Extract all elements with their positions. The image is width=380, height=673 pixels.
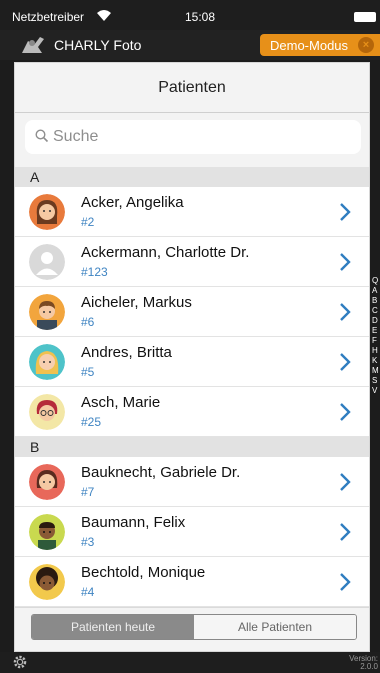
search-input[interactable] [53,120,353,154]
status-bar: Netzbetreiber 15:08 [0,0,380,30]
panel-title: Patienten [15,63,369,113]
index-letter[interactable]: S [372,376,380,386]
chevron-right-icon [340,303,351,321]
patients-panel: Patienten A Acker, Angelika #2 [14,62,370,652]
app-title: CHARLY Foto [54,37,142,53]
patient-id: #7 [81,485,95,499]
patient-name: Acker, Angelika [81,194,184,211]
segmented-control: Patienten heute Alle Patienten [31,614,357,640]
patient-id: #123 [81,265,108,279]
list-item[interactable]: Ackermann, Charlotte Dr. #123 [15,237,369,287]
index-letter[interactable]: Q [372,276,380,286]
patient-name: Ackermann, Charlotte Dr. [81,244,250,261]
index-letter[interactable]: V [372,386,380,396]
segmented-control-bar: Patienten heute Alle Patienten [15,607,369,651]
list-item[interactable]: Bauknecht, Gabriele Dr. #7 [15,457,369,507]
patient-name: Bechtold, Monique [81,564,206,581]
patient-name: Asch, Marie [81,394,161,411]
close-icon[interactable]: × [358,37,374,53]
avatar [29,244,65,280]
tab-patients-today[interactable]: Patienten heute [32,615,194,639]
chevron-right-icon [340,403,351,421]
patient-id: #25 [81,415,102,429]
app-screen: Netzbetreiber 15:08 CHARLY Foto Demo-Mod… [0,0,380,673]
tab-all-patients[interactable]: Alle Patienten [194,615,356,639]
patient-id: #4 [81,585,95,599]
avatar [29,194,65,230]
chevron-right-icon [340,573,351,591]
list-item[interactable]: Baumann, Felix #3 [15,507,369,557]
carrier-label: Netzbetreiber [12,10,85,24]
avatar [29,464,65,500]
demo-mode-label: Demo-Modus [270,38,349,53]
index-letter[interactable]: M [372,366,380,376]
clock: 15:08 [185,10,216,24]
list-item[interactable]: Asch, Marie #25 [15,387,369,437]
list-item[interactable]: Aicheler, Markus #6 [15,287,369,337]
gear-icon[interactable] [12,654,28,670]
patient-id: #5 [81,365,95,379]
avatar [29,394,65,430]
patient-id: #3 [81,535,95,549]
alphabet-index[interactable]: Q A B C D E F H K M S V [372,276,380,396]
app-bar: CHARLY Foto Demo-Modus × [0,30,380,60]
chevron-right-icon [340,523,351,541]
index-letter[interactable]: B [372,296,380,306]
index-letter[interactable]: H [372,346,380,356]
patient-name: Baumann, Felix [81,514,186,531]
section-header-b: B [15,437,369,457]
patient-id: #6 [81,315,95,329]
index-letter[interactable]: D [372,316,380,326]
section-header-a: A [15,167,369,187]
patient-name: Aicheler, Markus [81,294,192,311]
chevron-right-icon [340,203,351,221]
version-value: 2.0.0 [360,662,378,671]
patient-id: #2 [81,215,95,229]
footer-bar: Version: 2.0.0 [0,652,380,673]
patient-name: Bauknecht, Gabriele Dr. [81,464,241,481]
index-letter[interactable]: F [372,336,380,346]
version-info: Version: 2.0.0 [349,655,378,671]
demo-mode-badge[interactable]: Demo-Modus × [260,34,380,56]
app-logo-icon [22,37,44,53]
avatar [29,344,65,380]
index-letter[interactable]: A [372,286,380,296]
wifi-icon [97,10,111,21]
list-item[interactable]: Acker, Angelika #2 [15,187,369,237]
avatar [29,514,65,550]
search-icon [35,129,49,143]
chevron-right-icon [340,253,351,271]
avatar [29,294,65,330]
index-letter[interactable]: E [372,326,380,336]
index-letter[interactable]: C [372,306,380,316]
list-item[interactable]: Bechtold, Monique #4 [15,557,369,607]
search-bar[interactable] [25,120,361,154]
index-letter[interactable]: K [372,356,380,366]
avatar [29,564,65,600]
list-item[interactable]: Andres, Britta #5 [15,337,369,387]
patient-list: A Acker, Angelika #2 Ackermann, Charlott… [15,167,369,607]
chevron-right-icon [340,473,351,491]
patient-name: Andres, Britta [81,344,172,361]
battery-icon [354,12,376,22]
chevron-right-icon [340,353,351,371]
